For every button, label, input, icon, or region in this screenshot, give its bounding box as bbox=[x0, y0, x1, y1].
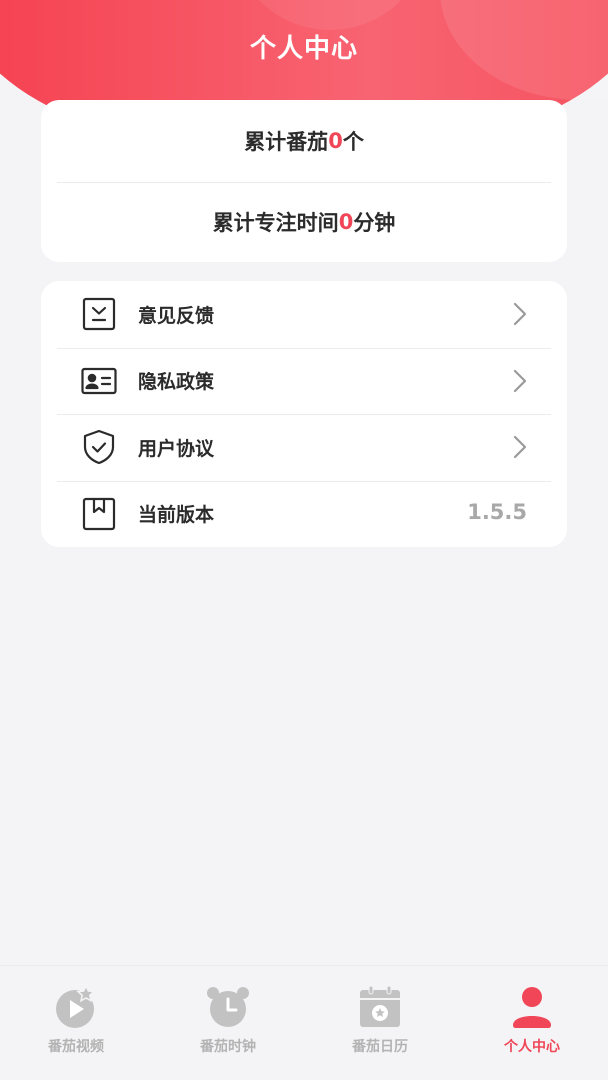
menu-card: 意见反馈 隐私政策 用户协议 当前版本 1.5.5 bbox=[41, 281, 567, 547]
stat-total-focus-time: 累计专注时间 0 分钟 bbox=[41, 181, 567, 262]
stat-unit: 个 bbox=[342, 129, 364, 154]
calendar-icon bbox=[357, 984, 403, 1030]
stats-card: 累计番茄 0 个 累计专注时间 0 分钟 bbox=[41, 100, 567, 262]
bottom-tab-bar: 番茄视频 番茄时钟 番茄日历 个人中心 bbox=[0, 965, 608, 1080]
stat-label: 累计番茄 bbox=[244, 129, 329, 154]
tab-tomato-clock[interactable]: 番茄时钟 bbox=[152, 966, 304, 1080]
tab-label: 个人中心 bbox=[504, 1039, 560, 1055]
tab-label: 番茄视频 bbox=[48, 1039, 104, 1055]
stat-label: 累计专注时间 bbox=[212, 210, 339, 235]
chevron-right-icon bbox=[509, 368, 529, 394]
stat-total-tomatoes: 累计番茄 0 个 bbox=[41, 100, 567, 181]
divider bbox=[57, 182, 551, 183]
feedback-icon bbox=[81, 296, 117, 332]
tab-personal-center[interactable]: 个人中心 bbox=[456, 966, 608, 1080]
user-icon bbox=[509, 984, 555, 1030]
page-title: 个人中心 bbox=[249, 34, 358, 64]
menu-item-label: 当前版本 bbox=[138, 504, 215, 527]
tab-tomato-calendar[interactable]: 番茄日历 bbox=[304, 966, 456, 1080]
video-play-icon bbox=[53, 984, 99, 1030]
id-card-icon bbox=[81, 363, 117, 399]
version-number: 1.5.5 bbox=[467, 499, 527, 524]
menu-item-label: 隐私政策 bbox=[138, 371, 215, 394]
menu-item-user-agreement[interactable]: 用户协议 bbox=[41, 414, 567, 481]
profile-page: 个人中心 累计番茄 0 个 累计专注时间 0 分钟 意见反馈 隐私政策 用户协议… bbox=[0, 0, 608, 1080]
chevron-right-icon bbox=[509, 301, 529, 327]
alarm-clock-icon bbox=[205, 984, 251, 1030]
stat-value: 0 bbox=[328, 128, 343, 153]
stat-value: 0 bbox=[338, 209, 354, 234]
bookmark-icon bbox=[81, 496, 117, 532]
shield-check-icon bbox=[81, 429, 117, 465]
menu-item-label: 用户协议 bbox=[138, 437, 215, 460]
chevron-right-icon bbox=[509, 434, 529, 460]
stat-unit: 分钟 bbox=[353, 210, 396, 235]
menu-item-current-version[interactable]: 当前版本 1.5.5 bbox=[41, 480, 567, 548]
menu-item-feedback[interactable]: 意见反馈 bbox=[41, 281, 567, 348]
tab-label: 番茄日历 bbox=[352, 1039, 408, 1055]
tab-label: 番茄时钟 bbox=[200, 1039, 256, 1055]
menu-item-label: 意见反馈 bbox=[138, 304, 215, 327]
tab-tomato-video[interactable]: 番茄视频 bbox=[0, 966, 152, 1080]
menu-item-privacy-policy[interactable]: 隐私政策 bbox=[41, 347, 567, 415]
